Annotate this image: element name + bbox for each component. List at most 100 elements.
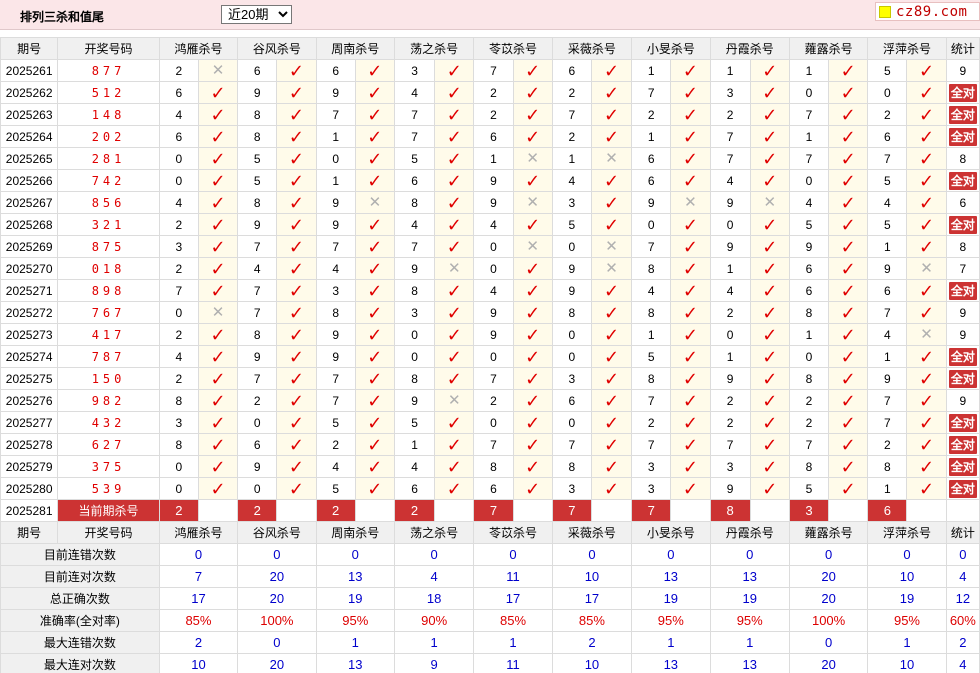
check-icon: ✓ (762, 60, 778, 81)
kill-number-cell: 7 (315, 103, 356, 126)
result-mark-cell: ✓ (828, 235, 869, 258)
kill-number-cell: 0 (473, 257, 514, 280)
kill-number-cell: 7 (631, 389, 672, 412)
header-expert: 采薇杀号 (551, 37, 633, 60)
check-icon: ✓ (446, 148, 462, 169)
kill-number-cell: 0 (551, 411, 592, 434)
table-row: 2025270 018 2 ✓ 4 ✓ 4 ✓ 9 ✕ 0 ✓ 9 ✕ 8 ✓ 1 ✓ 6 ✓ 9 ✕ 7 (0, 257, 980, 280)
kill-number-cell: 3 (393, 59, 436, 82)
check-icon: ✓ (446, 104, 462, 125)
result-mark-cell: ✓ (276, 169, 317, 192)
check-icon: ✓ (762, 170, 778, 191)
period-cell: 2025269 (0, 235, 59, 258)
kill-number-cell: 6 (473, 477, 514, 500)
kill-number-cell: 2 (158, 323, 199, 346)
kill-number-cell: 2 (551, 81, 592, 104)
kill-number-cell: 7 (867, 147, 908, 170)
result-mark-cell: ✓ (197, 103, 239, 126)
kill-number-cell: 5 (631, 345, 672, 368)
current-kill-number: 2 (158, 499, 199, 522)
site-logo[interactable]: cz89.com (875, 2, 980, 21)
result-mark-cell: ✓ (906, 279, 947, 302)
result-mark-cell: ✓ (828, 191, 869, 214)
result-mark-cell: ✕ (354, 191, 395, 214)
check-icon: ✓ (919, 104, 935, 125)
result-mark-cell: ✓ (749, 81, 790, 104)
check-icon: ✓ (446, 324, 462, 345)
header-period: 期号 (0, 521, 59, 544)
kill-number-cell: 6 (551, 389, 592, 412)
row-stat-cell: 9 (945, 59, 980, 82)
kill-number-cell: 7 (315, 367, 356, 390)
kill-number-cell: 3 (709, 455, 751, 478)
check-icon: ✓ (682, 302, 698, 323)
result-mark-cell: ✓ (434, 323, 475, 346)
result-mark-cell: ✕ (197, 59, 239, 82)
correct-count: 9 (959, 327, 967, 342)
summary-value: 0 (237, 543, 317, 566)
kill-number-cell: 2 (709, 301, 751, 324)
cross-icon: ✕ (526, 238, 539, 255)
header-expert: 浮萍杀号 (867, 521, 947, 544)
result-mark-cell: ✓ (906, 301, 947, 324)
all-correct-badge: 全对 (948, 105, 977, 124)
kill-number-cell: 6 (393, 477, 436, 500)
summary-value: 20 (788, 587, 869, 610)
check-icon: ✓ (367, 214, 383, 235)
result-mark-cell: ✓ (590, 169, 633, 192)
header-draw: 开奖号码 (57, 521, 160, 544)
result-mark-cell: ✕ (749, 191, 790, 214)
kill-number-cell: 8 (551, 301, 592, 324)
result-mark-cell: ✓ (197, 191, 239, 214)
kill-number-cell: 5 (393, 147, 436, 170)
draw-number-cell: 877 (57, 59, 160, 82)
kill-number-cell: 7 (631, 235, 672, 258)
kill-number-cell: 7 (867, 301, 908, 324)
result-mark-cell: ✓ (749, 125, 790, 148)
check-icon: ✓ (919, 434, 935, 455)
kill-number-cell: 0 (315, 147, 356, 170)
result-mark-cell: ✓ (590, 477, 633, 500)
kill-number-cell: 7 (237, 235, 278, 258)
kill-number-cell: 3 (158, 411, 199, 434)
result-mark-cell: ✓ (354, 147, 395, 170)
check-icon: ✓ (603, 170, 620, 191)
check-icon: ✓ (288, 368, 304, 389)
result-mark-cell: ✓ (670, 367, 711, 390)
summary-row: 最大连对次数 10 20 13 9 11 10 13 13 20 10 4 (0, 653, 980, 673)
result-mark-cell: ✓ (749, 477, 790, 500)
summary-value: 0 (631, 543, 711, 566)
result-mark-cell: ✓ (354, 411, 395, 434)
header-expert: 丹霞杀号 (709, 521, 790, 544)
kill-number-cell: 9 (473, 323, 514, 346)
kill-number-cell: 5 (867, 213, 908, 236)
kill-number-cell: 8 (631, 257, 672, 280)
summary-value: 20 (237, 653, 317, 673)
kill-number-cell: 7 (315, 235, 356, 258)
row-stat-cell: 8 (945, 147, 980, 170)
current-kill-number: 3 (788, 499, 830, 522)
kill-number-cell: 4 (393, 455, 436, 478)
summary-label: 最大连错次数 (0, 631, 160, 654)
result-mark-cell: ✓ (590, 433, 633, 456)
check-icon: ✓ (288, 60, 304, 81)
period-cell: 2025279 (0, 455, 59, 478)
result-mark-cell: ✓ (749, 59, 790, 82)
row-stat-cell: 全对 (945, 433, 980, 456)
result-mark-cell: ✓ (828, 301, 869, 324)
kill-number-cell: 3 (158, 235, 199, 258)
table-row: 2025267 856 4 ✓ 8 ✓ 9 ✕ 8 ✓ 9 ✕ 3 ✓ 9 ✕ 9 ✕ 4 ✓ 4 ✓ 6 (0, 191, 980, 214)
current-blank-cell (749, 499, 790, 522)
summary-total: 0 (945, 543, 980, 566)
check-icon: ✓ (682, 104, 698, 125)
result-mark-cell: ✓ (828, 125, 869, 148)
period-range-select[interactable]: 近20期 (221, 5, 292, 24)
check-icon: ✓ (603, 302, 620, 323)
check-icon: ✓ (210, 170, 226, 191)
kill-number-cell: 0 (551, 235, 592, 258)
table-row: 2025273 417 2 ✓ 8 ✓ 9 ✓ 0 ✓ 9 ✓ 0 ✓ 1 ✓ 0 ✓ 1 ✓ 4 ✕ 9 (0, 323, 980, 346)
summary-row: 准确率(全对率) 85% 100% 95% 90% 85% 85% 95% 95% 100% 95%… (0, 609, 980, 632)
all-correct-badge: 全对 (948, 369, 977, 388)
period-cell: 2025278 (0, 433, 59, 456)
check-icon: ✓ (446, 456, 462, 477)
